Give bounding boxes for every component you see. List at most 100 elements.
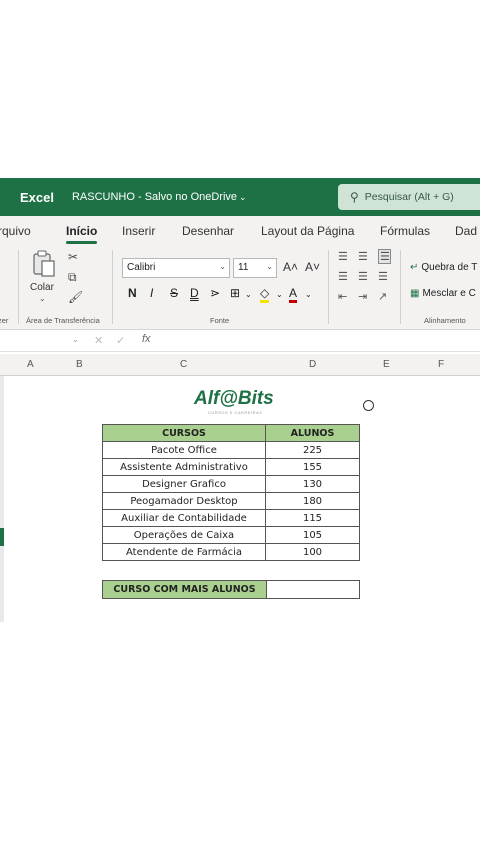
align-right-icon[interactable]: ☰ [378, 270, 388, 283]
ribbon-divider [112, 250, 113, 324]
tab-arquivo[interactable]: rquivo [0, 224, 31, 238]
tab-inserir[interactable]: Inserir [122, 224, 155, 238]
insert-function-icon[interactable]: fx [142, 333, 151, 345]
header-alunos[interactable]: ALUNOS [265, 424, 360, 442]
underline-variant-icon[interactable]: ⋗ [210, 286, 220, 300]
row-header-strip [0, 376, 4, 622]
italic-button[interactable]: I [150, 286, 153, 300]
wrap-text-icon: ↵ [410, 262, 419, 273]
logo: Alf@Bits [194, 388, 274, 409]
logo-tagline: CURSOS E CARREIRAS [208, 410, 263, 415]
wrap-text-button[interactable]: ↵ Quebra de T [410, 262, 477, 273]
cursor-icon [363, 400, 374, 411]
borders-icon[interactable]: ⊞ [230, 286, 240, 300]
merge-center-button[interactable]: ▦ Mesclar e C [410, 288, 476, 299]
group-label-cut: zer [0, 316, 9, 325]
format-painter-icon[interactable]: 🖌 [68, 290, 83, 304]
align-left-icon[interactable]: ☰ [338, 270, 348, 283]
merge-icon: ▦ [410, 288, 420, 299]
increase-indent-icon[interactable]: ⇥ [358, 290, 367, 303]
course-cell[interactable]: Atendente de Farmácia [102, 543, 266, 561]
table-row: Designer Grafico 130 [102, 475, 360, 493]
document-title[interactable]: RASCUNHO - Salvo no OneDrive ⌄ [72, 191, 247, 203]
column-header-e[interactable]: E [383, 359, 390, 370]
tab-dados[interactable]: Dad [455, 224, 477, 238]
summary-row: CURSO COM MAIS ALUNOS [102, 580, 360, 599]
group-label-font: Fonte [210, 316, 230, 325]
excel-screen: Excel RASCUNHO - Salvo no OneDrive ⌄ ⚲ Pe… [0, 0, 480, 854]
increase-font-icon[interactable]: A˄ [283, 260, 298, 274]
course-cell[interactable]: Designer Grafico [102, 475, 266, 493]
double-underline-button[interactable]: D [190, 286, 199, 300]
document-title-text: RASCUNHO - Salvo no OneDrive [71, 191, 238, 203]
summary-table: CURSO COM MAIS ALUNOS [102, 580, 360, 599]
copy-icon[interactable]: ⧉ [68, 270, 77, 285]
ribbon-divider [18, 250, 19, 324]
font-size-select[interactable]: 11 ⌄ [233, 258, 277, 278]
summary-label-cell[interactable]: CURSO COM MAIS ALUNOS [102, 580, 267, 599]
header-cursos[interactable]: CURSOS [102, 424, 266, 442]
fill-color-icon[interactable]: ◇ [260, 286, 270, 303]
align-middle-icon[interactable]: ☰ [358, 250, 368, 263]
orientation-icon[interactable]: ↗ [378, 290, 387, 303]
ribbon: zer Colar ⌄ ✂ ⧉ 🖌 Área de Transferência … [0, 244, 480, 330]
ribbon-divider [400, 250, 401, 324]
font-color-icon[interactable]: A [289, 286, 298, 303]
group-label-clipboard: Área de Transferência [26, 316, 100, 325]
column-header-c[interactable]: C [180, 359, 187, 370]
course-cell[interactable]: Peogamador Desktop [102, 492, 266, 510]
chevron-down-icon: ⌄ [219, 262, 226, 271]
course-cell[interactable]: Pacote Office [102, 441, 266, 459]
chevron-down-icon[interactable]: ⌄ [305, 290, 312, 299]
courses-table: CURSOS ALUNOS Pacote Office 225 Assisten… [102, 424, 360, 561]
ribbon-tabs: rquivo Início Inserir Desenhar Layout da… [0, 216, 480, 244]
chevron-down-icon: ⌄ [266, 262, 273, 271]
students-cell[interactable]: 155 [265, 458, 360, 476]
decrease-font-icon[interactable]: A˅ [305, 260, 320, 274]
table-row: Auxiliar de Contabilidade 115 [102, 509, 360, 527]
tab-inicio[interactable]: Início [66, 224, 98, 244]
students-cell[interactable]: 105 [265, 526, 360, 544]
align-top-icon[interactable]: ☰ [338, 250, 348, 263]
course-cell[interactable]: Auxiliar de Contabilidade [102, 509, 266, 527]
summary-value-cell[interactable] [266, 580, 360, 599]
chevron-down-icon[interactable]: ⌄ [245, 290, 252, 299]
students-cell[interactable]: 130 [265, 475, 360, 493]
column-header-b[interactable]: B [76, 359, 83, 370]
paste-button-label[interactable]: Colar [30, 282, 54, 293]
table-row: Assistente Administrativo 155 [102, 458, 360, 476]
strikethrough-button[interactable]: S [170, 286, 178, 300]
course-cell[interactable]: Operações de Caixa [102, 526, 266, 544]
course-cell[interactable]: Assistente Administrativo [102, 458, 266, 476]
table-row: Operações de Caixa 105 [102, 526, 360, 544]
tab-desenhar[interactable]: Desenhar [182, 224, 234, 238]
group-label-alignment: Alinhamento [424, 316, 466, 325]
align-bottom-icon[interactable]: ☰ [378, 249, 391, 264]
students-cell[interactable]: 100 [265, 543, 360, 561]
font-name-select[interactable]: Calibri ⌄ [122, 258, 230, 278]
decrease-indent-icon[interactable]: ⇤ [338, 290, 347, 303]
chevron-down-icon[interactable]: ⌄ [276, 290, 283, 299]
column-headers: A B C D E F [0, 354, 480, 376]
tab-layout-da-pagina[interactable]: Layout da Página [261, 224, 354, 238]
students-cell[interactable]: 180 [265, 492, 360, 510]
cut-icon[interactable]: ✂ [68, 250, 78, 264]
align-center-icon[interactable]: ☰ [358, 270, 368, 283]
students-cell[interactable]: 115 [265, 509, 360, 527]
column-header-d[interactable]: D [309, 359, 316, 370]
search-input[interactable]: ⚲ Pesquisar (Alt + G) [338, 184, 480, 210]
cancel-icon[interactable]: ✕ [94, 334, 103, 347]
name-box-chevron-icon[interactable]: ⌄ [72, 335, 79, 344]
search-placeholder: Pesquisar (Alt + G) [364, 191, 454, 203]
selected-row-indicator [0, 528, 4, 546]
column-header-f[interactable]: F [438, 359, 444, 370]
tab-formulas[interactable]: Fórmulas [380, 224, 430, 238]
bold-button[interactable]: N [128, 286, 137, 300]
chevron-down-icon: ⌄ [239, 192, 247, 202]
students-cell[interactable]: 225 [265, 441, 360, 459]
paste-icon[interactable] [32, 250, 56, 278]
confirm-icon[interactable]: ✓ [116, 334, 125, 347]
chevron-down-icon[interactable]: ⌄ [39, 294, 46, 303]
column-header-a[interactable]: A [27, 359, 34, 370]
title-bar: Excel RASCUNHO - Salvo no OneDrive ⌄ ⚲ Pe… [0, 178, 480, 216]
